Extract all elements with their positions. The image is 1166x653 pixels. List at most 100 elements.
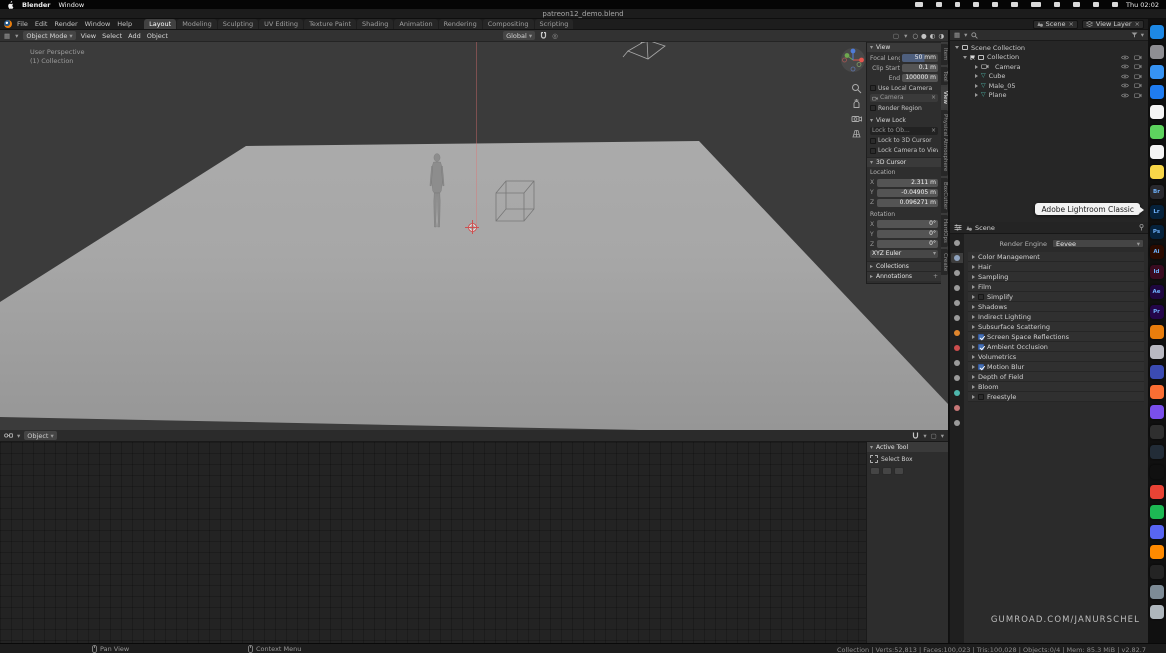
menubar-status-icon[interactable] [935, 2, 942, 7]
topbar-menu-item[interactable]: Edit [35, 20, 48, 28]
properties-tab[interactable] [951, 403, 963, 413]
apple-menu-icon[interactable] [7, 0, 14, 9]
overlays-toggle-icon[interactable]: ▢ [931, 432, 937, 440]
expand-triangle-icon[interactable] [955, 46, 959, 50]
proportional-editing-icon[interactable]: ◎ [552, 32, 558, 40]
dock-app-icon[interactable] [1149, 325, 1164, 339]
filter-dropdown-icon[interactable]: ▾ [1141, 31, 1144, 39]
menubar-status-icon[interactable] [914, 2, 923, 7]
properties-panel-header[interactable]: Simplify [968, 292, 1144, 302]
transform-orientation-dropdown[interactable]: Global ▾ [503, 31, 536, 40]
editor-type-dropdown-icon[interactable]: ▾ [15, 32, 18, 40]
properties-tab[interactable] [951, 343, 963, 353]
tool-option-new-icon[interactable] [870, 467, 880, 475]
sidebar-tab[interactable]: View [941, 87, 948, 109]
clip-end-field[interactable]: 100000 m [902, 74, 938, 83]
panel-checkbox[interactable] [978, 363, 984, 370]
active-tool-panel-header[interactable]: ▾ Active Tool [867, 442, 948, 452]
workspace-tab[interactable]: Rendering [438, 19, 482, 29]
workspace-tab[interactable]: Scripting [534, 19, 574, 29]
expand-triangle-icon[interactable] [963, 55, 967, 59]
dock-app-icon[interactable]: Id [1149, 265, 1164, 279]
properties-panel-header[interactable]: Hair [968, 262, 1144, 272]
menubar-status-icon[interactable] [954, 2, 960, 7]
panel-checkbox[interactable] [978, 333, 984, 340]
mode-dropdown[interactable]: Object Mode ▾ [23, 31, 76, 40]
cursor-rotation-field[interactable]: 0° [877, 240, 938, 249]
perspective-toggle-icon[interactable] [851, 128, 862, 139]
viewport-canvas[interactable]: User Perspective (1) Collection ▾ View F… [0, 42, 948, 430]
panel-checkbox[interactable] [978, 343, 984, 350]
hide-viewport-icon[interactable] [1121, 74, 1129, 79]
shading-solid-icon[interactable]: ● [921, 32, 927, 40]
snapping-dropdown-icon[interactable]: ▾ [923, 432, 926, 440]
menubar-status-icon[interactable] [1111, 2, 1118, 7]
viewport-menu-item[interactable]: Add [128, 32, 141, 40]
properties-panel-header[interactable]: Shadows [968, 302, 1144, 312]
render-region-checkbox[interactable] [870, 105, 876, 112]
cursor-rotation-field[interactable]: 0° [877, 230, 938, 239]
topbar-menu-item[interactable]: Window [85, 20, 111, 28]
dock-app-icon[interactable] [1149, 345, 1164, 359]
properties-panel-header[interactable]: Motion Blur [968, 362, 1144, 372]
dock-app-icon[interactable] [1149, 125, 1164, 139]
outliner-collection[interactable]: Collection [952, 53, 1146, 63]
workspace-tab[interactable]: Compositing [482, 19, 534, 29]
view-panel-header[interactable]: ▾ View [867, 42, 941, 52]
properties-panel-header[interactable]: Indirect Lighting [968, 312, 1144, 322]
workspace-tab[interactable]: Sculpting [217, 19, 259, 29]
workspace-tab[interactable]: Shading [357, 19, 394, 29]
pin-icon[interactable] [1139, 224, 1144, 231]
properties-panel-header[interactable]: Freestyle [968, 392, 1144, 402]
outliner-object-row[interactable]: Camera [952, 62, 1146, 72]
dock-app-icon[interactable]: Br [1149, 185, 1164, 199]
disable-render-icon[interactable] [1134, 74, 1142, 79]
snap-magnet-icon[interactable] [540, 31, 547, 40]
dock-app-icon[interactable] [1149, 565, 1164, 579]
gizmo-toggle-icon[interactable]: ▢ [893, 32, 899, 40]
menubar-status-icon[interactable] [1030, 2, 1041, 7]
cursor-location-field[interactable]: 2.311 m [877, 178, 938, 187]
dock-app-icon[interactable] [1149, 65, 1164, 79]
dock-app-icon[interactable] [1149, 105, 1164, 119]
floor-plane-mesh[interactable] [0, 141, 948, 430]
editor-type-icon[interactable]: ▦ [954, 31, 960, 39]
dock-app-icon[interactable] [1149, 505, 1164, 519]
dock-app-icon[interactable] [1149, 585, 1164, 599]
search-icon[interactable] [971, 31, 979, 39]
expand-triangle-icon[interactable] [975, 93, 978, 98]
properties-tab[interactable] [951, 388, 963, 398]
properties-tab[interactable] [951, 253, 963, 263]
menubar-app-menu[interactable]: Blender [22, 1, 51, 9]
properties-panel-header[interactable]: Subsurface Scattering [968, 322, 1144, 332]
topbar-menu-item[interactable]: File [17, 20, 28, 28]
pan-hand-icon[interactable] [851, 98, 862, 109]
outliner-object-row[interactable]: ▽ Cube [952, 72, 1146, 82]
sidebar-tab[interactable]: BoxCutter [941, 177, 948, 214]
hide-viewport-icon[interactable] [1121, 93, 1129, 98]
hide-viewport-icon[interactable] [1121, 64, 1129, 69]
properties-tab[interactable] [951, 418, 963, 428]
menubar-status-icon[interactable] [972, 2, 979, 7]
annotations-panel-header[interactable]: ▸ Annotations + [867, 270, 941, 281]
topbar-menu-item[interactable]: Render [54, 20, 77, 28]
disable-render-icon[interactable] [1134, 83, 1142, 88]
properties-editor-icon[interactable] [954, 224, 962, 231]
properties-panel-header[interactable]: Sampling [968, 272, 1144, 282]
add-annotation-icon[interactable]: + [933, 273, 938, 280]
menubar-status-icon[interactable] [1092, 2, 1099, 7]
dock-app-icon[interactable] [1149, 485, 1164, 499]
properties-panel-header[interactable]: Bloom [968, 382, 1144, 392]
view-lock-header[interactable]: ▾ View Lock [870, 116, 938, 125]
workspace-tab[interactable]: UV Editing [259, 19, 304, 29]
workspace-tab[interactable]: Layout [144, 19, 177, 29]
node-editor-icon[interactable] [4, 432, 13, 439]
panel-checkbox[interactable] [978, 393, 984, 400]
lock-3d-cursor-checkbox[interactable] [870, 137, 876, 144]
shading-wireframe-icon[interactable]: ○ [912, 32, 918, 40]
zoom-icon[interactable] [851, 83, 862, 94]
editor-type-icon[interactable]: ▦ [4, 32, 10, 40]
camera-view-icon[interactable] [851, 113, 862, 124]
rotation-mode-dropdown[interactable]: XYZ Euler ▾ [870, 250, 938, 259]
collection-checkbox[interactable] [970, 54, 975, 60]
